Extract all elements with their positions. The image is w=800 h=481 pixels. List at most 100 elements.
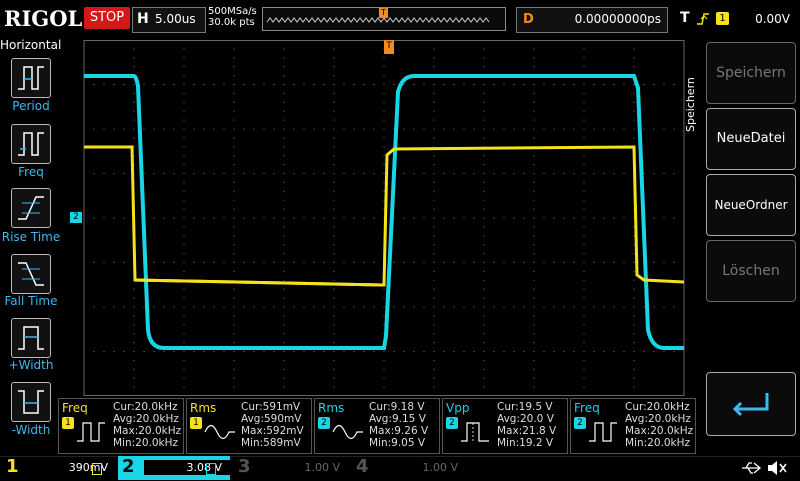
trigger-level-value: 0.00V <box>755 12 790 26</box>
delay-key: D <box>523 12 534 27</box>
freq-label: Freq <box>18 165 44 179</box>
freq-wave-icon <box>77 422 105 442</box>
trigger-edge-icon <box>697 13 709 25</box>
measurement-min: Min:589mV <box>241 437 301 449</box>
timebase-value: 5.00us <box>155 12 196 26</box>
channel-3-number: 3 <box>238 456 251 477</box>
measurement-min: Min:9.05 V <box>369 437 426 449</box>
trigger-key: T <box>680 10 690 26</box>
timebase-key: H <box>137 11 149 27</box>
fall-time-button[interactable] <box>11 254 51 294</box>
measurement-cur: Cur:20.0kHz <box>625 401 690 413</box>
measurement-channel-badge: 2 <box>446 417 458 429</box>
channel-2-number: 2 <box>122 456 135 477</box>
measurement-cur: Cur:9.18 V <box>369 401 425 413</box>
measurement-item[interactable]: Vpp 2 Cur:19.5 V Avg:20.0 V Max:21.8 V M… <box>442 398 568 454</box>
period-button[interactable] <box>11 58 51 98</box>
save-button[interactable]: Speichern <box>706 42 796 104</box>
trigger-position-marker: T <box>379 8 388 18</box>
negative-width-icon <box>18 390 44 414</box>
rise-time-icon <box>18 196 44 220</box>
trigger-position-bar[interactable]: T <box>262 7 506 31</box>
channel-1-scale: 390mV <box>68 461 108 474</box>
channel-1-tab[interactable]: 1 390mV <box>4 456 114 480</box>
memory-depth: 30.0k pts <box>208 17 255 28</box>
new-folder-button[interactable]: NeueOrdner <box>706 174 796 236</box>
acquisition-info: 500MSa/s 30.0k pts <box>208 6 257 28</box>
right-menu-title: Speichern <box>684 77 697 132</box>
freq-icon <box>18 132 44 156</box>
period-label: Period <box>12 99 50 113</box>
measurement-avg: Avg:20.0kHz <box>113 413 179 425</box>
vpp-wave-icon <box>461 422 489 442</box>
measurement-cur: Cur:591mV <box>241 401 301 413</box>
rms-wave-icon <box>204 424 235 440</box>
measurement-max: Max:20.0kHz <box>625 425 694 437</box>
delay-readout[interactable]: D 0.00000000ps <box>516 7 668 33</box>
fall-time-icon <box>18 262 44 286</box>
measurement-channel-badge: 2 <box>574 417 586 429</box>
sample-rate: 500MSa/s <box>208 6 257 17</box>
channel-4-number: 4 <box>356 456 369 477</box>
usb-icon <box>742 462 762 474</box>
speaker-muted-icon[interactable] <box>766 460 788 476</box>
measurement-name: Vpp <box>446 401 470 415</box>
freq-wave-icon <box>589 422 617 442</box>
rms-wave-icon <box>332 424 363 440</box>
waveform-display[interactable]: T 2 T <box>64 39 700 397</box>
channel-2-scale: 3.08 V <box>144 460 238 475</box>
new-file-button[interactable]: NeueDatei <box>706 108 796 170</box>
measurement-name: Rms <box>190 401 217 415</box>
rise-time-button[interactable] <box>11 188 51 228</box>
measurement-cur: Cur:19.5 V <box>497 401 553 413</box>
measurement-max: Max:9.26 V <box>369 425 429 437</box>
measurement-channel-badge: 2 <box>318 417 330 429</box>
channel-2-coupling-icon <box>206 463 216 475</box>
freq-button[interactable] <box>11 124 51 164</box>
channel-4-tab[interactable]: 4 1.00 V <box>354 456 466 480</box>
measurement-avg: Avg:20.0kHz <box>625 413 691 425</box>
channel-2-tab[interactable]: 2 3.08 V <box>118 456 238 480</box>
channel-4-scale: 1.00 V <box>422 461 458 474</box>
measurement-avg: Avg:590mV <box>241 413 302 425</box>
fall-time-label: Fall Time <box>4 294 58 308</box>
measurement-name: Freq <box>62 401 88 415</box>
measurement-min: Min:20.0kHz <box>625 437 691 449</box>
measurement-max: Max:592mV <box>241 425 304 437</box>
measurement-max: Max:20.0kHz <box>113 425 182 437</box>
delay-value: 0.00000000ps <box>574 12 661 26</box>
negative-width-label: -Width <box>11 423 51 437</box>
measurement-channel-badge: 1 <box>62 417 74 429</box>
waveform-grid-svg <box>83 39 685 397</box>
measurement-max: Max:21.8 V <box>497 425 557 437</box>
trigger-readout[interactable]: T 1 0.00V <box>676 7 796 31</box>
measurement-item[interactable]: Freq 2 Cur:20.0kHz Avg:20.0kHz Max:20.0k… <box>570 398 696 454</box>
measurement-item[interactable]: Rms 1 Cur:591mV Avg:590mV Max:592mV Min:… <box>186 398 312 454</box>
period-icon <box>18 66 44 90</box>
measurement-cur: Cur:20.0kHz <box>113 401 178 413</box>
channel-1-coupling-icon <box>92 463 102 475</box>
enter-return-icon <box>732 393 769 417</box>
delete-button[interactable]: Löschen <box>706 240 796 302</box>
channel-2-offset-marker[interactable]: 2 <box>70 212 82 223</box>
trigger-position-flag[interactable]: T <box>384 40 394 54</box>
return-button[interactable] <box>706 372 796 436</box>
trigger-channel-badge: 1 <box>716 12 729 25</box>
brand-logo: RIGOL <box>4 6 83 31</box>
measurement-name: Rms <box>318 401 345 415</box>
timebase-readout[interactable]: H 5.00us <box>132 7 206 33</box>
measurement-avg: Avg:9.15 V <box>369 413 426 425</box>
positive-width-label: +Width <box>8 358 54 372</box>
channel-3-tab[interactable]: 3 1.00 V <box>236 456 348 480</box>
measurement-min: Min:19.2 V <box>497 437 554 449</box>
measurement-item[interactable]: Freq 1 Cur:20.0kHz Avg:20.0kHz Max:20.0k… <box>58 398 184 454</box>
measurement-item[interactable]: Rms 2 Cur:9.18 V Avg:9.15 V Max:9.26 V M… <box>314 398 440 454</box>
measurement-channel-badge: 1 <box>190 417 202 429</box>
run-stop-indicator[interactable]: STOP <box>84 7 130 29</box>
measurement-min: Min:20.0kHz <box>113 437 179 449</box>
rise-time-label: Rise Time <box>1 230 61 244</box>
positive-width-button[interactable] <box>11 318 51 358</box>
left-menu-title: Horizontal <box>0 38 62 52</box>
positive-width-icon <box>18 326 44 350</box>
negative-width-button[interactable] <box>11 382 51 422</box>
